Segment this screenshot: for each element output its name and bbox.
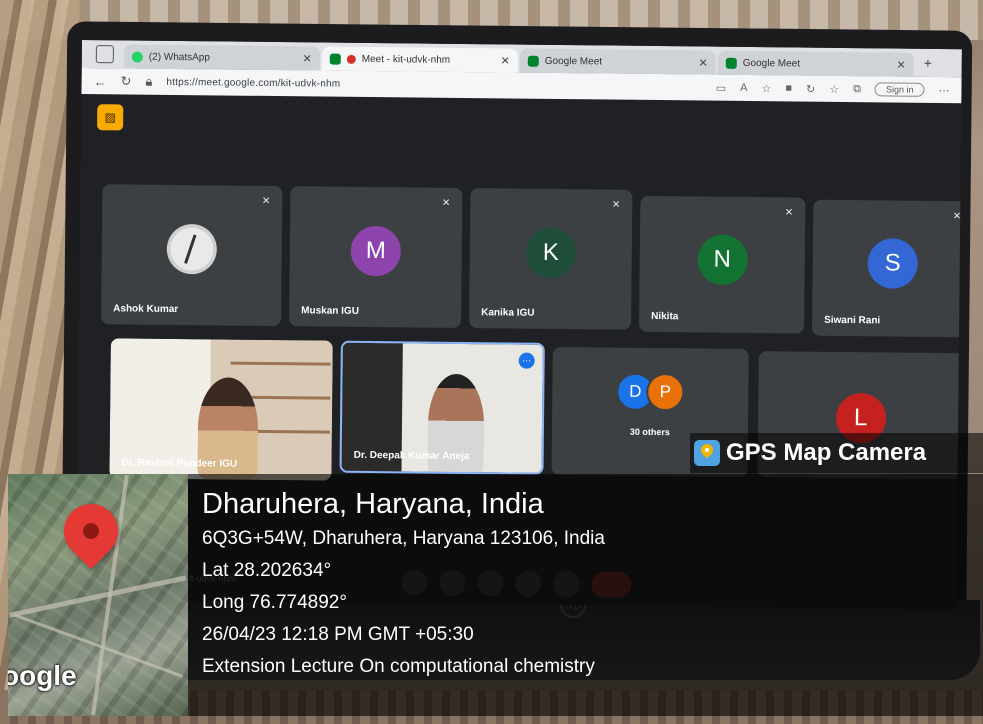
participant-tile[interactable]: ✕ K Kanika IGU <box>469 188 633 330</box>
tab-meet-active[interactable]: Meet - kit-udvk-nhm ✕ <box>321 46 518 73</box>
participant-name: Dr. Deepak Kumar Aneja <box>353 449 470 463</box>
extension-icon[interactable]: ■ <box>785 82 792 94</box>
tab-title: (2) WhatsApp <box>148 51 211 63</box>
close-icon[interactable]: ✕ <box>303 52 312 65</box>
more-options-icon[interactable]: ⋯ <box>518 352 535 369</box>
participant-name: Siwani Rani <box>824 314 881 327</box>
map-thumbnail: oogle <box>8 474 188 716</box>
map-road <box>9 575 187 618</box>
participant-video-tile-active[interactable]: ⋯ Dr. Deepak Kumar Aneja <box>339 340 545 475</box>
tab-google-meet[interactable]: Google Meet ✕ <box>519 48 716 75</box>
date-time: 26/04/23 12:18 PM GMT +05:30 <box>202 624 474 645</box>
participant-name: Nikita <box>651 310 679 323</box>
browser-toolbar: ▭ A ☆ ■ ↻ ☆ ⧉ Sign in ⋯ <box>716 81 950 97</box>
participant-name: Ashok Kumar <box>113 303 179 316</box>
recording-icon <box>346 54 356 64</box>
close-icon[interactable]: ✕ <box>501 54 510 67</box>
camera-icon[interactable]: ▭ <box>716 81 727 94</box>
favorites-icon[interactable]: ☆ <box>829 82 839 95</box>
reload-icon[interactable]: ↻ <box>120 73 131 89</box>
latitude: Lat 28.202634° <box>202 560 332 581</box>
gps-app-name: GPS Map Camera <box>726 439 927 466</box>
refresh-icon[interactable]: ↻ <box>806 82 815 95</box>
tab-title: Meet - kit-udvk-nhm <box>361 53 451 66</box>
lock-icon: 🔒︎ <box>145 73 153 89</box>
others-count-label: 30 others <box>629 427 670 438</box>
whatsapp-icon <box>131 51 143 63</box>
close-icon[interactable]: ✕ <box>897 58 906 71</box>
read-aloud-icon[interactable]: A <box>740 82 747 94</box>
collections-icon[interactable]: ⧉ <box>853 83 861 96</box>
mic-off-icon: ✕ <box>261 195 271 207</box>
participant-tile[interactable]: ✕ M Muskan IGU <box>289 186 463 328</box>
meet-icon <box>725 57 737 69</box>
participant-tile[interactable]: ✕ S Siwani Rani <box>811 199 962 338</box>
new-tab-icon[interactable]: + <box>924 55 932 71</box>
tab-title: Google Meet <box>742 57 801 70</box>
avatar <box>166 224 218 275</box>
place-name: Dharuhera, Haryana, India <box>202 488 544 520</box>
map-attribution: oogle <box>8 660 77 691</box>
participant-tile[interactable]: ✕ Ashok Kumar <box>101 184 283 327</box>
avatar: K <box>525 228 577 279</box>
participant-name: Muskan IGU <box>301 305 360 317</box>
avatar: N <box>696 234 748 285</box>
avatar: P <box>646 372 685 411</box>
participant-name: Dr. Rashmi Pundeer IGU <box>121 457 238 470</box>
participant-name: Kanika IGU <box>481 307 535 319</box>
sign-in-button[interactable]: Sign in <box>874 82 925 97</box>
gps-info-panel: oogle Dharuhera, Haryana, India 6Q3G+54W… <box>8 474 983 716</box>
avatar: S <box>867 237 918 289</box>
mic-off-icon: ✕ <box>952 211 962 223</box>
back-icon[interactable]: ← <box>93 74 106 89</box>
avatar: M <box>350 226 402 277</box>
more-icon[interactable]: ⋯ <box>938 83 949 96</box>
tab-google-meet-2[interactable]: Google Meet ✕ <box>717 50 914 77</box>
close-icon[interactable]: ✕ <box>699 56 708 69</box>
mic-off-icon: ✕ <box>611 199 621 211</box>
note: Extension Lecture On computational chemi… <box>202 656 595 677</box>
participant-video-tile[interactable]: Dr. Rashmi Pundeer IGU <box>109 338 333 481</box>
mic-off-icon: ✕ <box>441 197 451 209</box>
gps-details: Dharuhera, Haryana, India 6Q3G+54W, Dhar… <box>202 486 605 682</box>
participant-tile[interactable]: ✕ N Nikita <box>638 195 806 334</box>
gps-map-camera-icon <box>694 440 720 466</box>
meet-icon <box>527 55 539 67</box>
window-menu-icon[interactable] <box>95 45 114 64</box>
address: 6Q3G+54W, Dharuhera, Haryana 123106, Ind… <box>202 528 605 549</box>
mic-off-icon: ✕ <box>784 207 794 219</box>
others-avatars: D P <box>616 372 685 411</box>
location-pin-center <box>83 523 99 539</box>
meet-icon <box>329 53 341 65</box>
longitude: Long 76.774892° <box>202 592 347 613</box>
camera-off-icon[interactable]: ▨ <box>97 104 124 131</box>
url-field[interactable]: https://meet.google.com/kit-udvk-nhm <box>166 76 701 93</box>
tab-whatsapp[interactable]: (2) WhatsApp ✕ <box>123 44 320 71</box>
favorite-icon[interactable]: ☆ <box>761 82 771 95</box>
tab-title: Google Meet <box>544 55 603 67</box>
gps-app-header: GPS Map Camera <box>690 433 983 473</box>
